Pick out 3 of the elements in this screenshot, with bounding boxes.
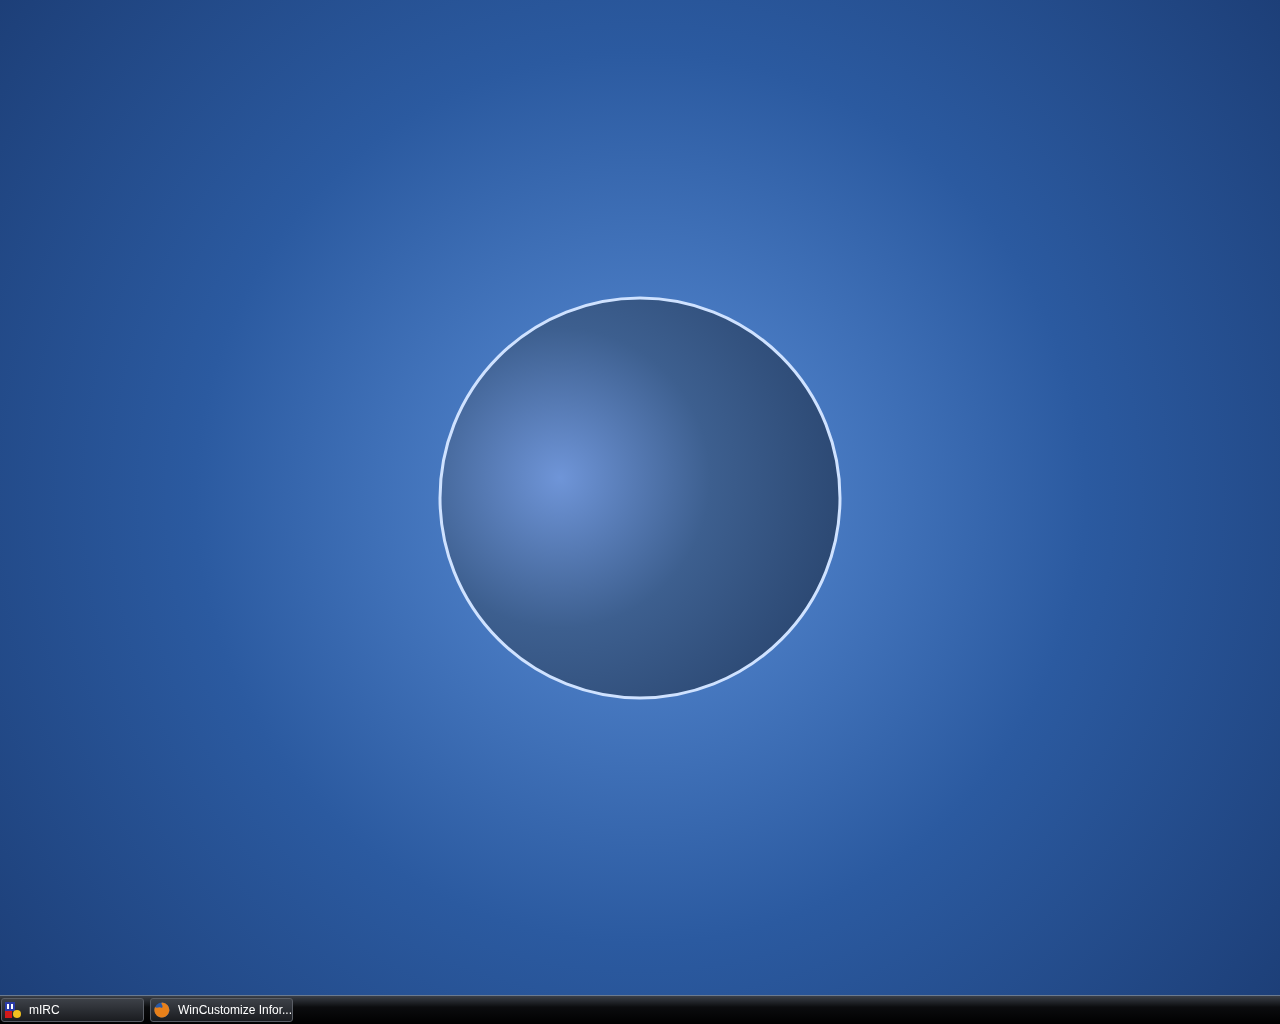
app-icon [5,1002,21,1018]
taskbar-button[interactable]: mIRC [1,998,144,1022]
taskbar-button[interactable]: WinCustomize Infor... [150,998,293,1022]
